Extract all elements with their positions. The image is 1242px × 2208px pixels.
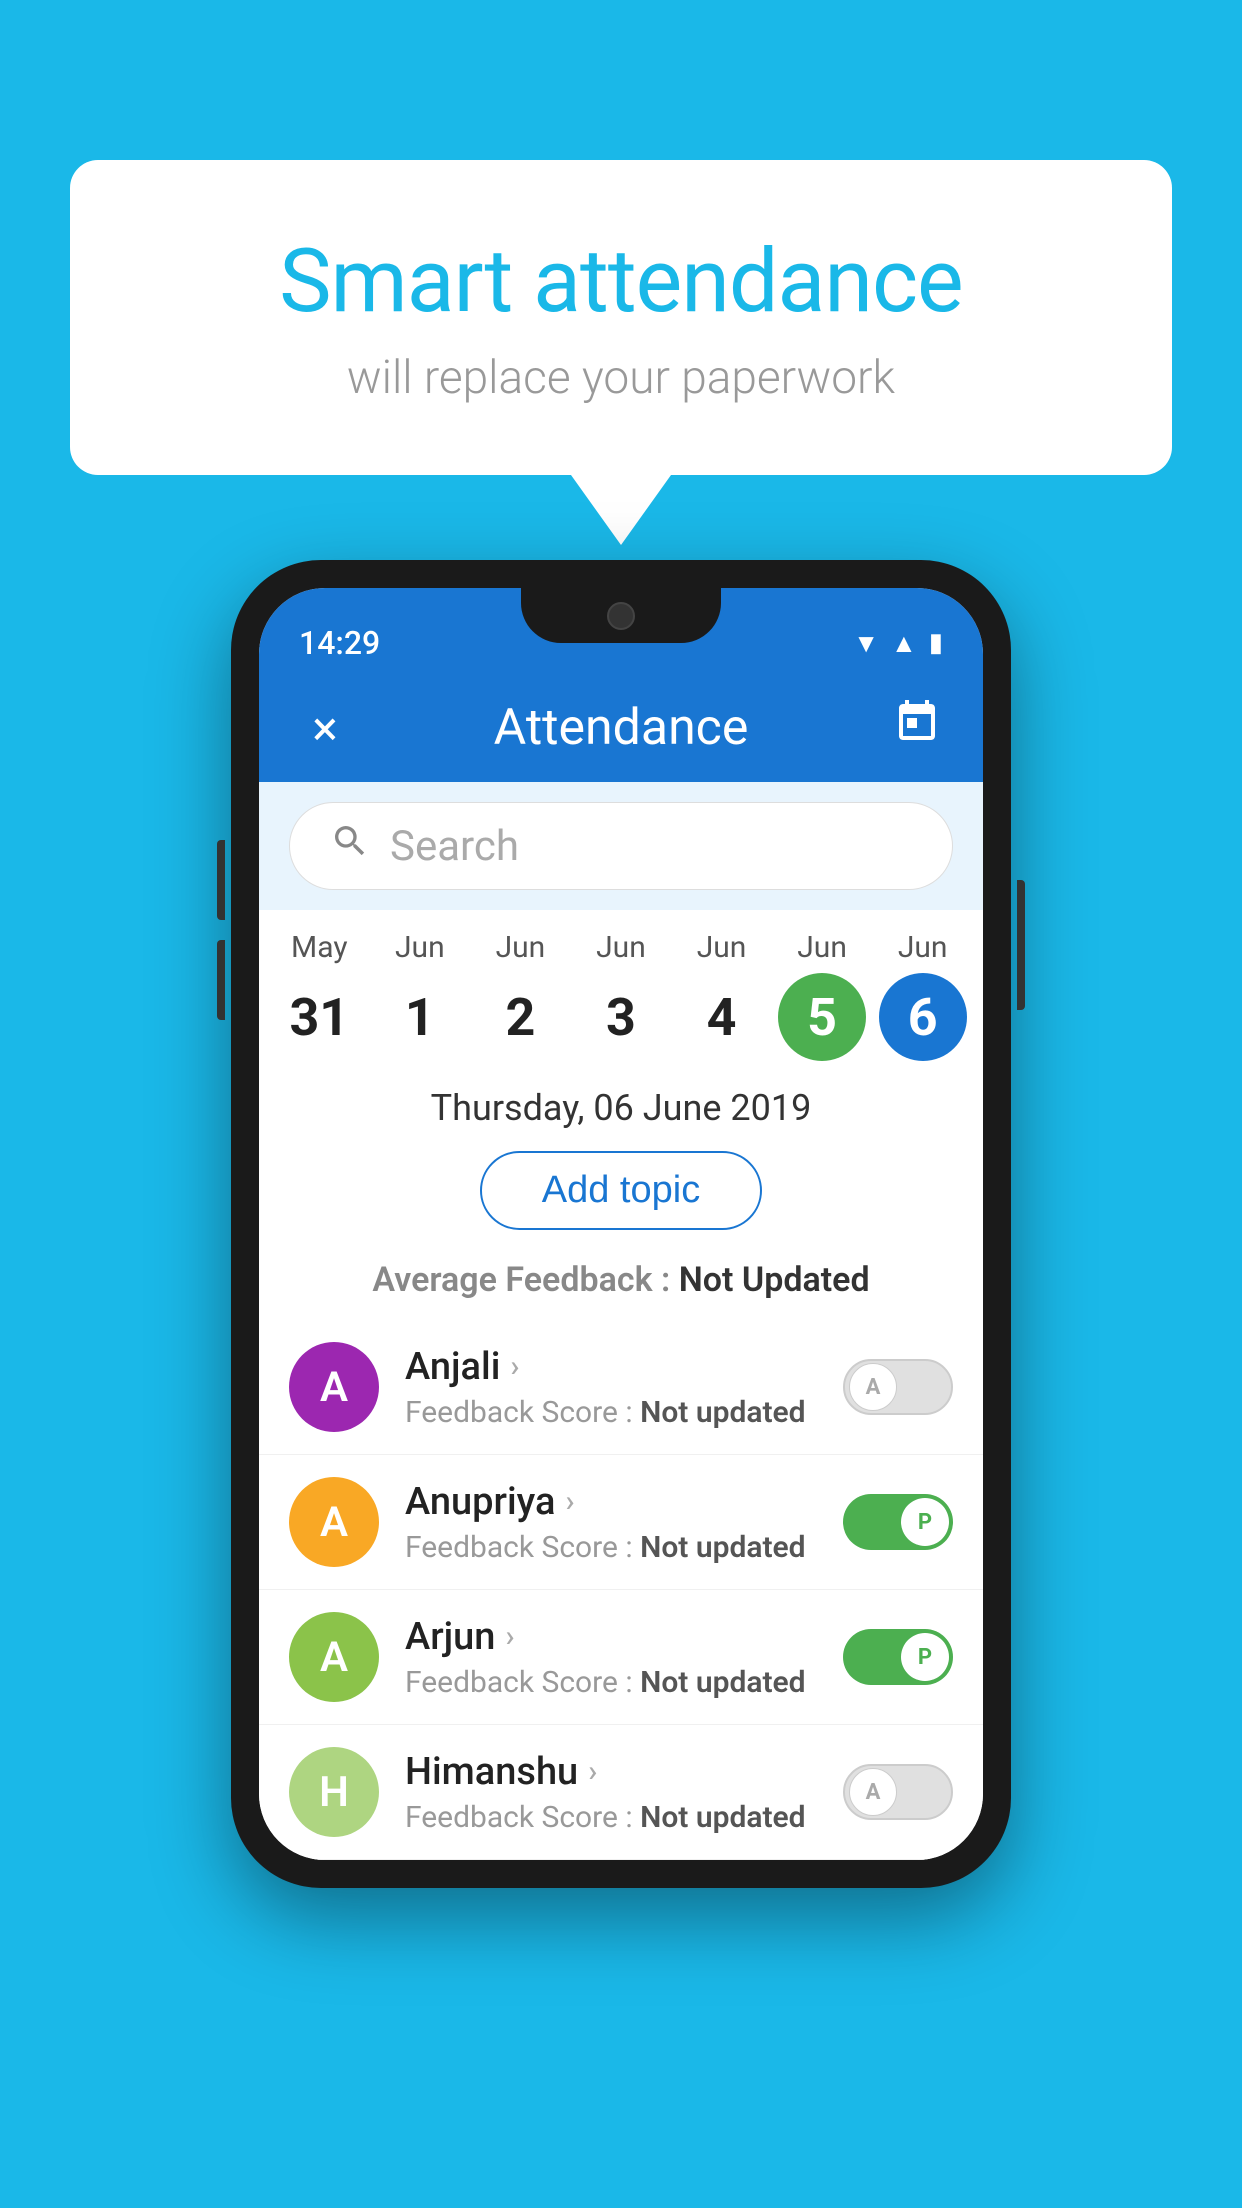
student-name: Arjun ›: [405, 1615, 843, 1659]
chevron-right-icon: ›: [565, 1484, 574, 1519]
cal-date-number[interactable]: 2: [476, 973, 564, 1061]
student-list: AAnjali ›Feedback Score : Not updatedAAA…: [259, 1320, 983, 1860]
close-button[interactable]: ×: [295, 700, 355, 757]
cal-month-label: May: [291, 930, 347, 965]
feedback-score: Feedback Score : Not updated: [405, 1530, 843, 1565]
attendance-toggle[interactable]: P: [843, 1629, 953, 1685]
calendar-day[interactable]: Jun 2: [470, 930, 570, 1061]
feedback-score: Feedback Score : Not updated: [405, 1665, 843, 1700]
avatar: A: [289, 1342, 379, 1432]
cal-date-number[interactable]: 31: [275, 973, 363, 1061]
search-input[interactable]: Search: [390, 822, 519, 871]
calendar-strip: May 31 Jun 1 Jun 2 Jun 3 Jun 4 Jun 5 Jun 6: [259, 910, 983, 1071]
app-title: Attendance: [355, 699, 887, 757]
volume-up-button: [217, 840, 225, 920]
status-icons: ▼ ▲ ▮: [853, 628, 943, 659]
chevron-right-icon: ›: [505, 1619, 514, 1654]
speech-bubble-section: Smart attendance will replace your paper…: [70, 160, 1172, 545]
student-info: Anupriya › Feedback Score : Not updated: [405, 1480, 843, 1565]
student-name: Anupriya ›: [405, 1480, 843, 1524]
avatar: H: [289, 1747, 379, 1837]
student-info: Himanshu › Feedback Score : Not updated: [405, 1750, 843, 1835]
cal-month-label: Jun: [697, 930, 747, 965]
phone-screen: 14:29 ▼ ▲ ▮ × Attendance: [259, 588, 983, 1860]
wifi-icon: ▼: [853, 628, 879, 659]
avatar: A: [289, 1612, 379, 1702]
calendar-day[interactable]: Jun 3: [571, 930, 671, 1061]
cal-date-number[interactable]: 4: [678, 973, 766, 1061]
avg-feedback-label: Average Feedback :: [372, 1260, 678, 1300]
attendance-toggle[interactable]: P: [843, 1494, 953, 1550]
speech-bubble-arrow: [571, 475, 671, 545]
chevron-right-icon: ›: [510, 1349, 519, 1384]
attendance-toggle-wrapper: A: [843, 1359, 953, 1415]
calendar-day[interactable]: Jun 5: [772, 930, 872, 1061]
cal-date-number[interactable]: 3: [577, 973, 665, 1061]
feedback-score: Feedback Score : Not updated: [405, 1395, 843, 1430]
attendance-toggle[interactable]: A: [843, 1764, 953, 1820]
calendar-icon[interactable]: [887, 698, 947, 758]
list-item[interactable]: H Himanshu › Feedback Score : Not updatedA: [259, 1725, 983, 1860]
speech-bubble-title: Smart attendance: [130, 230, 1112, 333]
avatar: A: [289, 1477, 379, 1567]
calendar-day[interactable]: May 31: [269, 930, 369, 1061]
front-camera: [607, 602, 635, 630]
attendance-toggle[interactable]: A: [843, 1359, 953, 1415]
cal-month-label: Jun: [797, 930, 847, 965]
attendance-toggle-wrapper: A: [843, 1764, 953, 1820]
phone-notch: [521, 588, 721, 643]
average-feedback: Average Feedback : Not Updated: [259, 1250, 983, 1320]
calendar-day[interactable]: Jun 4: [672, 930, 772, 1061]
battery-icon: ▮: [929, 628, 943, 658]
student-name: Himanshu ›: [405, 1750, 843, 1794]
cal-month-label: Jun: [496, 930, 546, 965]
student-info: Arjun › Feedback Score : Not updated: [405, 1615, 843, 1700]
list-item[interactable]: A Anupriya › Feedback Score : Not updated P: [259, 1455, 983, 1590]
cal-date-number[interactable]: 5: [778, 973, 866, 1061]
add-topic-wrapper: Add topic: [259, 1137, 983, 1250]
volume-down-button: [217, 940, 225, 1020]
phone-outer: 14:29 ▼ ▲ ▮ × Attendance: [231, 560, 1011, 1888]
speech-bubble-subtitle: will replace your paperwork: [130, 351, 1112, 405]
cal-month-label: Jun: [395, 930, 445, 965]
cal-date-number[interactable]: 1: [376, 973, 464, 1061]
cal-month-label: Jun: [898, 930, 948, 965]
avg-feedback-value: Not Updated: [679, 1260, 870, 1300]
selected-date-label: Thursday, 06 June 2019: [259, 1071, 983, 1137]
list-item[interactable]: AAnjali ›Feedback Score : Not updatedA: [259, 1320, 983, 1455]
calendar-day[interactable]: Jun 6: [873, 930, 973, 1061]
student-info: Anjali › Feedback Score : Not updated: [405, 1345, 843, 1430]
toggle-knob: A: [849, 1768, 897, 1816]
toggle-knob: P: [901, 1498, 949, 1546]
toggle-knob: P: [901, 1633, 949, 1681]
toggle-knob: A: [849, 1363, 897, 1411]
search-bar[interactable]: Search: [289, 802, 953, 890]
power-button: [1017, 880, 1025, 1010]
calendar-day[interactable]: Jun 1: [370, 930, 470, 1061]
cal-date-number[interactable]: 6: [879, 973, 967, 1061]
attendance-toggle-wrapper: P: [843, 1494, 953, 1550]
search-icon: [330, 821, 370, 871]
signal-icon: ▲: [891, 628, 917, 659]
search-bar-wrapper: Search: [259, 782, 983, 910]
list-item[interactable]: A Arjun › Feedback Score : Not updated P: [259, 1590, 983, 1725]
phone: 14:29 ▼ ▲ ▮ × Attendance: [231, 560, 1011, 1888]
student-name: Anjali ›: [405, 1345, 843, 1389]
cal-month-label: Jun: [596, 930, 646, 965]
attendance-toggle-wrapper: P: [843, 1629, 953, 1685]
status-time: 14:29: [299, 624, 380, 662]
speech-bubble: Smart attendance will replace your paper…: [70, 160, 1172, 475]
chevron-right-icon: ›: [588, 1754, 597, 1789]
add-topic-button[interactable]: Add topic: [480, 1151, 762, 1230]
feedback-score: Feedback Score : Not updated: [405, 1800, 843, 1835]
app-bar: × Attendance: [259, 674, 983, 782]
